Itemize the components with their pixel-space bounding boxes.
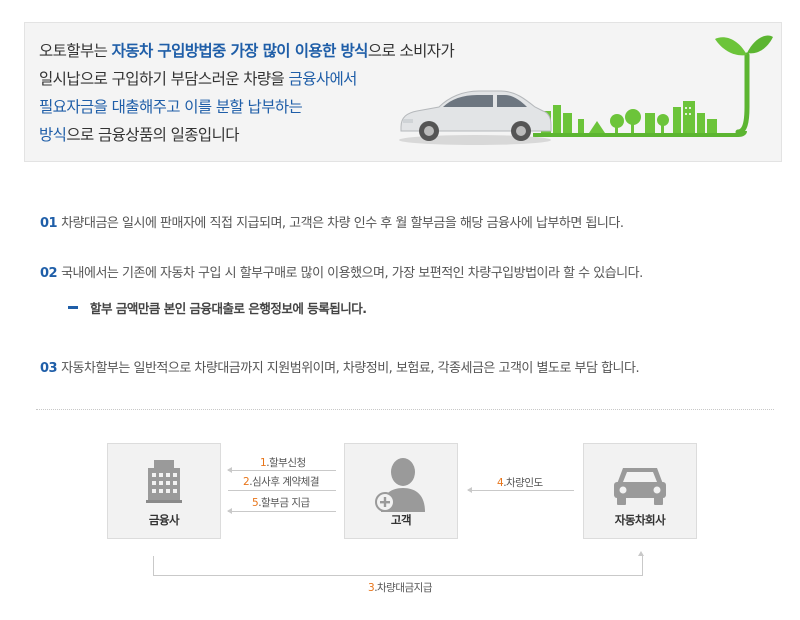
item-text: 국내에서는 기존에 자동차 구입 시 할부구매로 많이 이용했으며, 가장 보편…	[61, 266, 643, 281]
dash-icon	[68, 306, 78, 309]
item-text: 자동차할부는 일반적으로 차량대금까지 지원범위이며, 차량정비, 보험료, 각…	[61, 361, 640, 376]
item-number: 03	[40, 361, 58, 376]
item-number: 02	[40, 266, 58, 281]
car-illustration	[399, 90, 552, 145]
item-text: 차량대금은 일시에 판매자에 직접 지급되며, 고객은 차량 인수 후 월 할부…	[61, 216, 624, 231]
flow-step-4: 4.차량인도	[497, 475, 543, 490]
info-sub-item: 할부 금액만큼 본인 금융대출로 은행정보에 등록됩니다.	[68, 298, 367, 317]
banner-text-part: 으로 금융상품의 일종입니다	[66, 126, 239, 144]
arrow-left	[467, 487, 574, 493]
section-divider	[36, 409, 774, 410]
banner-highlight: 자동차 구입방법중 가장 많이 이용한 방식	[111, 42, 369, 60]
step-text: .차량인도	[503, 477, 543, 489]
flow-step-3: 3.차량대금지급	[368, 580, 432, 595]
banner-text-part: 일시납으로 구입하기 부담스러운 차량을	[39, 70, 289, 88]
info-item-3: 03 자동차할부는 일반적으로 차량대금까지 지원범위이며, 차량정비, 보험료,…	[40, 357, 640, 376]
finance-company-box: 금융사	[107, 443, 221, 539]
person-icon	[375, 458, 425, 512]
item-number: 01	[40, 216, 58, 231]
flow-step-2: 2.심사후 계약체결	[243, 474, 319, 489]
customer-box: 고객	[344, 443, 458, 539]
car-city-illustration	[399, 35, 773, 145]
info-item-2: 02 국내에서는 기존에 자동차 구입 시 할부구매로 많이 이용했으며, 가장 …	[40, 262, 643, 281]
customer-label: 고객	[390, 513, 412, 527]
building-icon	[146, 460, 182, 503]
arrow-left	[227, 467, 336, 473]
city-icon	[541, 101, 717, 133]
payment-path	[153, 556, 643, 576]
finance-company-label: 금융사	[148, 513, 180, 527]
sub-item-text: 할부 금액만큼 본인 금융대출로 은행정보에 등록됩니다.	[90, 301, 367, 316]
flow-step-1: 1.할부신청	[260, 455, 306, 470]
step-text: .할부신청	[266, 457, 306, 469]
car-company-label: 자동차회사	[614, 513, 666, 527]
banner-highlight: 금융사에서	[288, 70, 358, 88]
step-text: .할부금 지급	[258, 497, 310, 509]
arrow-up	[638, 551, 644, 556]
step-text: .심사후 계약체결	[249, 476, 319, 488]
car-company-box: 자동차회사	[583, 443, 697, 539]
info-item-1: 01 차량대금은 일시에 판매자에 직접 지급되며, 고객은 차량 인수 후 월 …	[40, 212, 624, 231]
banner-text-part: 오토할부는	[39, 42, 112, 60]
flow-step-5: 5.할부금 지급	[252, 495, 310, 510]
banner-highlight: 방식	[39, 126, 67, 144]
step-text: .차량대금지급	[374, 582, 432, 594]
car-icon	[614, 468, 666, 505]
arrow-line	[228, 490, 336, 491]
arrow-left	[227, 508, 336, 514]
intro-banner: 오토할부는 자동차 구입방법중 가장 많이 이용한 방식으로 소비자가 일시납으…	[24, 22, 782, 162]
